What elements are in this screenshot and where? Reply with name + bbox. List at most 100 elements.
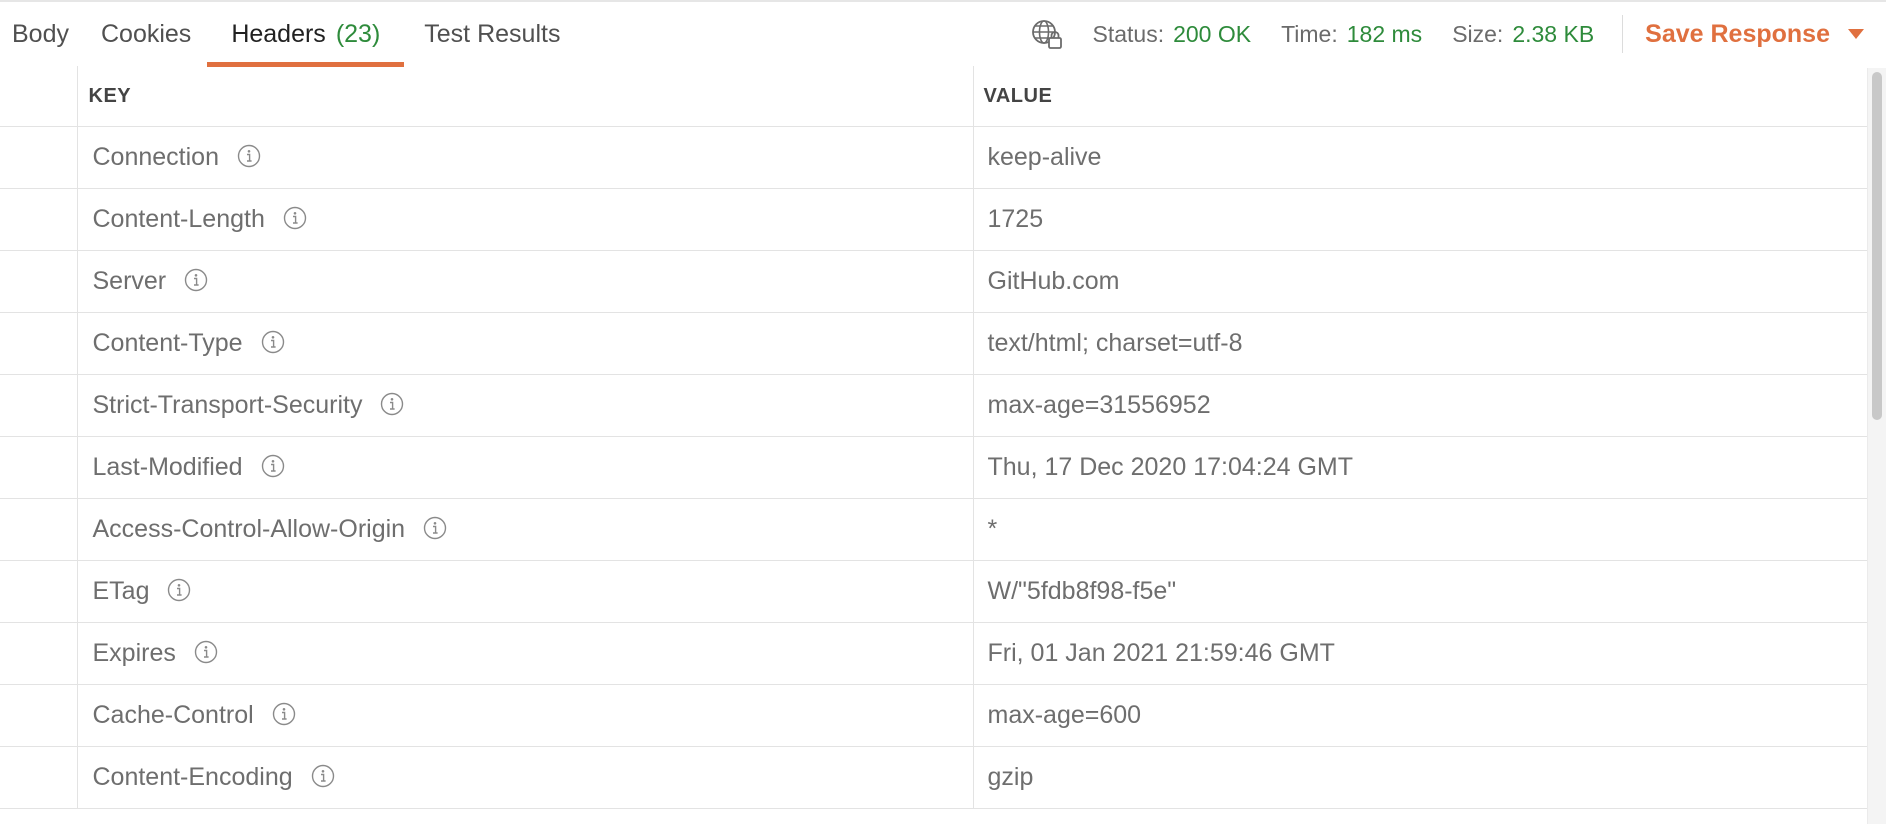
row-spacer xyxy=(0,684,78,747)
table-row[interactable]: Server GitHub.com xyxy=(0,250,1868,313)
header-value-cell[interactable]: keep-alive xyxy=(973,126,1868,189)
header-key: Access-Control-Allow-Origin xyxy=(92,515,406,543)
header-value: Thu, 17 Dec 2020 17:04:24 GMT xyxy=(987,453,1354,481)
header-key-cell[interactable]: Content-Encoding xyxy=(77,746,974,809)
header-key: Last-Modified xyxy=(92,453,243,481)
table-row[interactable]: Access-Control-Allow-Origin * xyxy=(0,498,1868,561)
response-meta: Status: 200 OK Time: 182 ms Size: 2.38 K… xyxy=(1030,2,1886,66)
header-value-cell[interactable]: gzip xyxy=(973,746,1868,809)
headers-table-container: KEY VALUE Connection keep-alive Content-Le… xyxy=(0,66,1868,824)
globe-lock-icon[interactable] xyxy=(1030,16,1066,52)
header-value-cell[interactable]: GitHub.com xyxy=(973,250,1868,313)
row-spacer xyxy=(0,374,78,437)
table-body: Connection keep-alive Content-Length 1725 Se… xyxy=(0,126,1868,809)
info-icon[interactable] xyxy=(184,268,208,292)
tab-body[interactable]: Body xyxy=(0,2,81,66)
row-spacer xyxy=(0,126,78,189)
header-value-cell[interactable]: text/html; charset=utf-8 xyxy=(973,312,1868,375)
tab-cookies-label: Cookies xyxy=(100,19,192,48)
caret-down-icon[interactable] xyxy=(1848,29,1864,39)
tab-body-label: Body xyxy=(12,19,69,48)
header-key: Content-Type xyxy=(92,329,243,357)
column-header-key: KEY xyxy=(77,66,974,127)
info-icon[interactable] xyxy=(261,454,285,478)
header-value: max-age=31556952 xyxy=(987,391,1211,419)
table-row[interactable]: Expires Fri, 01 Jan 2021 21:59:46 GMT xyxy=(0,622,1868,685)
header-key: Cache-Control xyxy=(92,701,254,729)
row-spacer xyxy=(0,560,78,623)
header-value-cell[interactable]: max-age=31556952 xyxy=(973,374,1868,437)
size-value: 2.38 KB xyxy=(1512,20,1595,47)
header-value-cell[interactable]: * xyxy=(973,498,1868,561)
header-value-cell[interactable]: Thu, 17 Dec 2020 17:04:24 GMT xyxy=(973,436,1868,499)
table-row[interactable]: Connection keep-alive xyxy=(0,126,1868,189)
header-value: 1725 xyxy=(987,205,1044,233)
header-value: GitHub.com xyxy=(987,267,1120,295)
tab-headers[interactable]: Headers (23) xyxy=(207,2,405,67)
info-icon[interactable] xyxy=(311,764,335,788)
info-icon[interactable] xyxy=(272,702,296,726)
info-icon[interactable] xyxy=(237,144,261,168)
header-key-cell[interactable]: Strict-Transport-Security xyxy=(77,374,974,437)
header-value: Fri, 01 Jan 2021 21:59:46 GMT xyxy=(987,639,1335,667)
header-key: Content-Encoding xyxy=(92,763,293,791)
info-icon[interactable] xyxy=(194,640,218,664)
table-row[interactable]: Strict-Transport-Security max-age=3155695… xyxy=(0,374,1868,437)
header-key: Server xyxy=(92,267,167,295)
header-key-cell[interactable]: Access-Control-Allow-Origin xyxy=(77,498,974,561)
table-row[interactable]: Last-Modified Thu, 17 Dec 2020 17:04:24 G… xyxy=(0,436,1868,499)
header-value-cell[interactable]: 1725 xyxy=(973,188,1868,251)
tab-test-results-label: Test Results xyxy=(424,19,561,48)
status-meta[interactable]: Status: 200 OK xyxy=(1092,21,1251,48)
table-row[interactable]: ETag W/"5fdb8f98-f5e" xyxy=(0,560,1868,623)
response-tabs: Body Cookies Headers (23) Test Results xyxy=(0,2,580,67)
size-meta[interactable]: Size: 2.38 KB xyxy=(1452,21,1594,48)
header-key: Strict-Transport-Security xyxy=(92,391,363,419)
header-value-cell[interactable]: Fri, 01 Jan 2021 21:59:46 GMT xyxy=(973,622,1868,685)
header-key-cell[interactable]: ETag xyxy=(77,560,974,623)
time-value: 182 ms xyxy=(1346,20,1423,47)
tab-headers-label: Headers xyxy=(231,19,326,48)
row-spacer xyxy=(0,250,78,313)
row-spacer xyxy=(0,622,78,685)
table-row[interactable]: Cache-Control max-age=600 xyxy=(0,684,1868,747)
header-key-cell[interactable]: Expires xyxy=(77,622,974,685)
info-icon[interactable] xyxy=(261,330,285,354)
header-value: keep-alive xyxy=(987,143,1102,171)
header-value-cell[interactable]: W/"5fdb8f98-f5e" xyxy=(973,560,1868,623)
time-meta[interactable]: Time: 182 ms xyxy=(1281,21,1422,48)
row-spacer xyxy=(0,312,78,375)
info-icon[interactable] xyxy=(167,578,191,602)
status-value: 200 OK xyxy=(1173,20,1252,47)
info-icon[interactable] xyxy=(423,516,447,540)
save-response-button[interactable]: Save Response xyxy=(1645,20,1864,49)
header-key: Content-Length xyxy=(92,205,265,233)
info-icon[interactable] xyxy=(283,206,307,230)
header-key: Expires xyxy=(92,639,176,667)
header-key-cell[interactable]: Connection xyxy=(77,126,974,189)
header-key: ETag xyxy=(92,577,150,605)
header-key-cell[interactable]: Content-Length xyxy=(77,188,974,251)
time-label: Time: xyxy=(1281,20,1338,47)
table-header-row: KEY VALUE xyxy=(0,66,1868,127)
table-row[interactable]: Content-Type text/html; charset=utf-8 xyxy=(0,312,1868,375)
info-icon[interactable] xyxy=(380,392,404,416)
header-key-cell[interactable]: Last-Modified xyxy=(77,436,974,499)
scrollbar-thumb[interactable] xyxy=(1872,72,1882,420)
tab-test-results[interactable]: Test Results xyxy=(404,2,580,66)
header-value: gzip xyxy=(987,763,1034,791)
vertical-scrollbar[interactable] xyxy=(1867,68,1886,824)
row-spacer xyxy=(0,188,78,251)
table-row[interactable]: Content-Length 1725 xyxy=(0,188,1868,251)
header-key-cell[interactable]: Cache-Control xyxy=(77,684,974,747)
header-key-cell[interactable]: Content-Type xyxy=(77,312,974,375)
table-row[interactable]: Content-Encoding gzip xyxy=(0,746,1868,809)
header-value: max-age=600 xyxy=(987,701,1142,729)
header-value-cell[interactable]: max-age=600 xyxy=(973,684,1868,747)
row-spacer xyxy=(0,436,78,499)
header-key-cell[interactable]: Server xyxy=(77,250,974,313)
tab-cookies[interactable]: Cookies xyxy=(81,2,207,66)
header-value: W/"5fdb8f98-f5e" xyxy=(987,577,1177,605)
response-toolbar: Body Cookies Headers (23) Test Results S… xyxy=(0,0,1886,67)
toolbar-divider xyxy=(1622,15,1624,53)
